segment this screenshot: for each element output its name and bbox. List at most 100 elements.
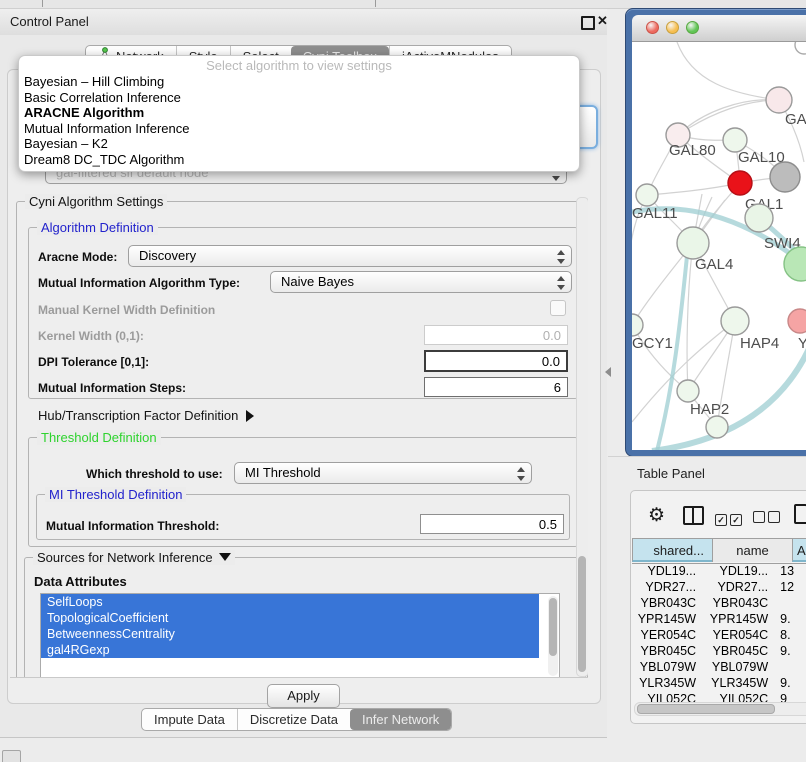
table-hscrollbar[interactable] (634, 702, 806, 716)
network-graph: GALGAL80GAL10GAL1GAL11SWI4GAL4GCY1HAP4YH… (632, 42, 806, 450)
mi-steps-label: Mutual Information Steps: (38, 381, 186, 395)
network-node-swi4[interactable] (745, 204, 773, 232)
mi-threshold-field[interactable] (420, 514, 564, 534)
node-label: HAP4 (740, 335, 779, 352)
bottom-tab-infer-network[interactable]: Infer Network (350, 709, 451, 730)
table-cell: 8. (776, 627, 806, 643)
dpi-tolerance-field[interactable] (424, 350, 568, 372)
table-row[interactable]: YBR045CYBR045C9. (632, 643, 806, 659)
table-row[interactable]: YBR043CYBR043C (632, 595, 806, 611)
table-cell: YBL079W (704, 659, 776, 675)
combo-stepper-icon (557, 276, 564, 290)
which-threshold-label: Which threshold to use: (86, 467, 223, 481)
table-cell (776, 659, 806, 675)
kernel-width-label: Kernel Width (0,1): (38, 329, 144, 343)
network-node-gal[interactable] (766, 87, 792, 113)
network-node-gal11[interactable] (636, 184, 658, 206)
network-node-gcy1[interactable] (632, 314, 643, 336)
float-window-icon[interactable] (581, 16, 595, 30)
table-row[interactable]: YER054CYER054C8. (632, 627, 806, 643)
node-label: GAL11 (632, 205, 678, 222)
close-icon[interactable]: ✕ (597, 13, 608, 29)
attribute-item[interactable]: gal4RGexp (41, 642, 539, 658)
algorithm-option[interactable]: Basic Correlation Inference (19, 90, 579, 106)
algorithm-option[interactable]: Mutual Information Inference (19, 121, 579, 137)
table-cell: 13 (776, 563, 806, 579)
settings-scrollbar[interactable] (576, 197, 588, 677)
splitter-collapse-icon[interactable] (605, 367, 611, 377)
table-cell: 9. (776, 643, 806, 659)
table-row[interactable]: YLR345WYLR345W9. (632, 675, 806, 691)
algorithm-option[interactable]: Dream8 DC_TDC Algorithm (19, 152, 579, 168)
attribute-item[interactable]: SelfLoops (41, 594, 539, 610)
table-row[interactable]: YPR145WYPR145W9. (632, 611, 806, 627)
aracne-mode-label: Aracne Mode: (38, 250, 117, 264)
settings-scrollbar-thumb[interactable] (578, 556, 586, 672)
app-root: Control Panel ✕ NetworkStyleSelectCyni T… (0, 0, 806, 762)
table-cell: YDR27... (704, 579, 776, 595)
list-scrollbar-thumb[interactable] (549, 598, 557, 656)
document-icon[interactable] (794, 504, 806, 524)
attribute-item[interactable]: BetweennessCentrality (41, 626, 539, 642)
column-header-A[interactable]: A (792, 539, 806, 562)
apply-button[interactable]: Apply (267, 684, 340, 708)
list-scrollbar[interactable] (548, 596, 558, 676)
network-node-gal4[interactable] (677, 227, 709, 259)
table-cell: 9. (776, 611, 806, 627)
table-row[interactable]: YDR27...YDR27...12 (632, 579, 806, 595)
mi-type-label: Mutual Information Algorithm Type: (38, 276, 240, 290)
settings-gear-icon[interactable]: ⚙ (648, 504, 665, 527)
aracne-mode-combo[interactable]: Discovery (128, 245, 572, 267)
deselect-all-icon[interactable] (753, 510, 783, 528)
network-node[interactable] (706, 416, 728, 438)
mi-steps-field[interactable] (424, 377, 568, 397)
docked-panel-icon[interactable] (2, 750, 21, 762)
table-row[interactable]: YDL19...YDL19...13 (632, 563, 806, 579)
select-all-icon[interactable]: ✓✓ (715, 510, 745, 528)
algorithm-option[interactable]: ARACNE Algorithm (19, 105, 579, 121)
network-node[interactable] (795, 42, 806, 54)
bottom-tab-impute-data[interactable]: Impute Data (142, 709, 237, 730)
column-header-name[interactable]: name (712, 539, 792, 562)
minimize-traffic-light[interactable] (666, 21, 679, 34)
bottom-tab-discretize-data[interactable]: Discretize Data (237, 709, 350, 730)
table-cell (776, 595, 806, 611)
manual-kernel-checkbox[interactable] (550, 300, 566, 316)
mi-algorithm-type-combo[interactable]: Naive Bayes (270, 271, 572, 293)
toolbar-divider (375, 0, 376, 7)
network-node-hap2[interactable] (677, 380, 699, 402)
table-row[interactable]: YBL079WYBL079W (632, 659, 806, 675)
node-label: GAL (785, 111, 806, 128)
network-node-y[interactable] (788, 309, 806, 333)
attribute-item[interactable]: TopologicalCoefficient (41, 610, 539, 626)
sources-title[interactable]: Sources for Network Inference (33, 550, 235, 565)
table-cell: YBR045C (632, 643, 704, 659)
hub-definition-toggle[interactable]: Hub/Transcription Factor Definition (38, 408, 254, 423)
close-traffic-light[interactable] (646, 21, 659, 34)
mi-threshold-definition-title: MI Threshold Definition (45, 487, 186, 502)
split-columns-icon[interactable] (683, 506, 704, 525)
which-threshold-combo[interactable]: MI Threshold (234, 462, 532, 484)
column-header-shared...[interactable]: shared... (632, 539, 712, 562)
table-panel-header: Table Panel (608, 456, 806, 489)
zoom-traffic-light[interactable] (686, 21, 699, 34)
node-label: GAL80 (669, 142, 716, 159)
table-cell: YLR345W (704, 675, 776, 691)
manual-kernel-label: Manual Kernel Width Definition (38, 303, 215, 317)
data-attributes-list[interactable]: SelfLoopsTopologicalCoefficientBetweenne… (40, 593, 560, 678)
node-label: HAP2 (690, 401, 729, 418)
table-cell: YBR045C (704, 643, 776, 659)
table-cell: 12 (776, 579, 806, 595)
table-cell: YLR345W (632, 675, 704, 691)
network-node[interactable] (770, 162, 800, 192)
network-canvas[interactable]: GALGAL80GAL10GAL1GAL11SWI4GAL4GCY1HAP4YH… (632, 42, 806, 450)
network-node-gal1[interactable] (728, 171, 752, 195)
algorithm-option[interactable]: Bayesian – K2 (19, 136, 579, 152)
network-view-window: GALGAL80GAL10GAL1GAL11SWI4GAL4GCY1HAP4YH… (625, 8, 806, 457)
algorithm-dropdown-popup: Select algorithm to view settings Bayesi… (18, 55, 580, 172)
kernel-width-field[interactable] (424, 325, 568, 345)
algorithm-option[interactable]: Bayesian – Hill Climbing (19, 74, 579, 90)
network-node-hap4[interactable] (721, 307, 749, 335)
table-panel: ⚙ ✓✓ shared...nameA YDL19...YDL19...13YD… (630, 490, 806, 724)
table-hscrollbar-thumb[interactable] (637, 704, 775, 714)
